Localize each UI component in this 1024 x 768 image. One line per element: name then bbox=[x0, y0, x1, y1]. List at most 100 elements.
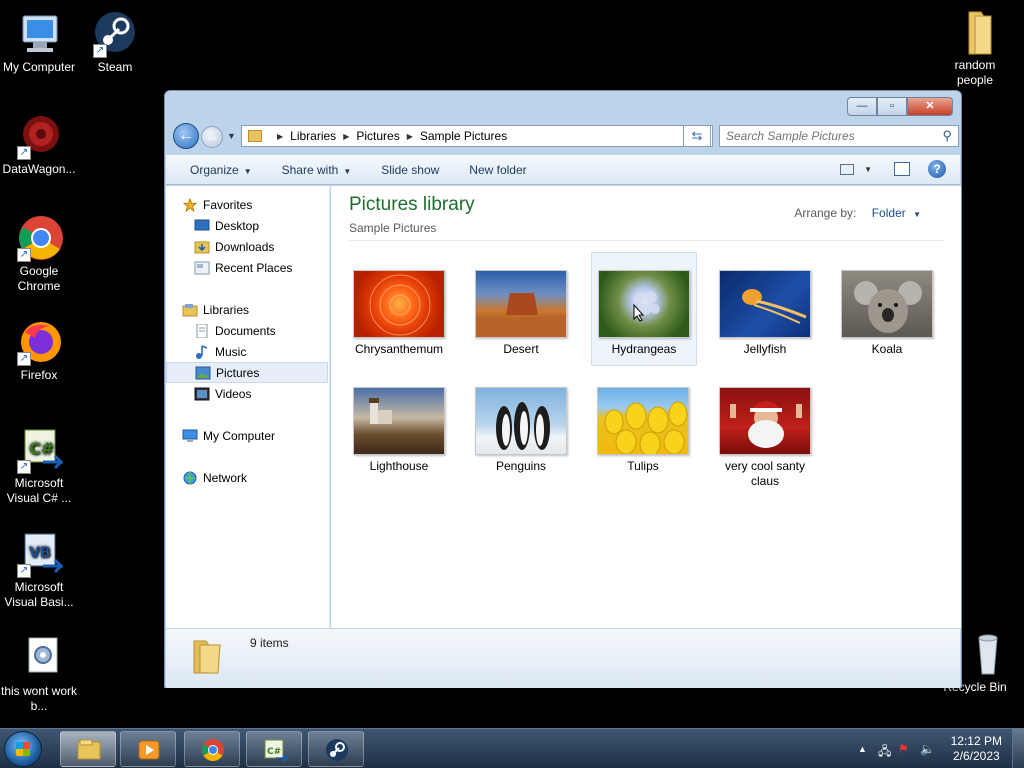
file-name: Tulips bbox=[627, 459, 659, 473]
image-thumbnail bbox=[719, 387, 811, 455]
maximize-button[interactable]: ▫ bbox=[877, 97, 907, 116]
arrange-by-dropdown[interactable]: Folder bbox=[872, 206, 906, 220]
nav-videos[interactable]: Videos bbox=[194, 383, 328, 404]
desktop-icon-my-computer[interactable]: My Computer bbox=[0, 10, 78, 75]
image-thumbnail bbox=[353, 270, 445, 338]
arrange-by: Arrange by: Folder ▼ bbox=[794, 206, 921, 220]
desktop-icon-label: Microsoft Visual C# ... bbox=[6, 476, 72, 505]
chrome-icon bbox=[202, 739, 224, 761]
nav-network[interactable]: Network bbox=[182, 467, 328, 488]
refresh-button[interactable]: ⇆ bbox=[683, 125, 711, 147]
desktop-icon-visual-basic[interactable]: VB ↗ Microsoft Visual Basi... bbox=[0, 530, 78, 610]
file-item-koala[interactable]: Koala bbox=[835, 270, 939, 357]
file-item-very-cool-santy-claus[interactable]: very cool santy claus bbox=[713, 387, 817, 489]
shortcut-arrow-icon: ↗ bbox=[17, 460, 31, 474]
taskbar-explorer-button[interactable] bbox=[60, 731, 116, 767]
taskbar-media-player-button[interactable] bbox=[120, 731, 176, 767]
file-item-jellyfish[interactable]: Jellyfish bbox=[713, 270, 817, 357]
divider bbox=[349, 240, 945, 241]
forward-button[interactable]: → bbox=[201, 126, 223, 148]
svg-text:C#: C# bbox=[267, 747, 281, 757]
desktop-icon-label: this wont work b... bbox=[0, 684, 78, 713]
desktop-icon-datawagon[interactable]: ↗ DataWagon... bbox=[0, 112, 78, 177]
organize-label: Organize bbox=[190, 162, 239, 177]
view-options-dropdown[interactable]: ▼ bbox=[864, 165, 872, 174]
recent-pages-dropdown[interactable]: ▼ bbox=[227, 131, 236, 141]
desktop-icon-random-people[interactable]: random people bbox=[936, 8, 1014, 88]
preview-pane-icon[interactable] bbox=[894, 162, 910, 176]
file-name: Hydrangeas bbox=[611, 342, 677, 356]
search-icon[interactable]: ⚲ bbox=[942, 128, 952, 144]
nav-libraries[interactable]: Libraries bbox=[182, 299, 328, 320]
shortcut-arrow-icon: ↗ bbox=[17, 146, 31, 160]
desktop-icon-visual-csharp[interactable]: C# ↗ Microsoft Visual C# ... bbox=[0, 426, 78, 506]
desktop-icon-google-chrome[interactable]: ↗ Google Chrome bbox=[0, 214, 78, 294]
file-name: Lighthouse bbox=[369, 459, 429, 473]
nav-recent-places[interactable]: Recent Places bbox=[194, 257, 328, 278]
nav-documents[interactable]: Documents bbox=[194, 320, 328, 341]
nav-label: Favorites bbox=[203, 197, 253, 212]
organize-button[interactable]: Organize ▼ bbox=[190, 163, 252, 177]
search-input[interactable] bbox=[726, 126, 936, 146]
taskbar-chrome-button[interactable] bbox=[184, 731, 240, 767]
nav-desktop[interactable]: Desktop bbox=[194, 215, 328, 236]
breadcrumb-libraries[interactable]: Libraries bbox=[290, 129, 336, 143]
back-button[interactable]: ← bbox=[173, 123, 199, 149]
address-bar[interactable]: ▶ Libraries ▶ Pictures ▶ Sample Pictures… bbox=[241, 125, 713, 147]
nav-downloads[interactable]: Downloads bbox=[194, 236, 328, 257]
taskbar-visual-csharp-button[interactable]: C# bbox=[246, 731, 302, 767]
file-item-chrysanthemum[interactable]: Chrysanthemum bbox=[347, 270, 451, 357]
image-thumbnail bbox=[719, 270, 811, 338]
file-item-penguins[interactable]: Penguins bbox=[469, 387, 573, 474]
file-item-desert[interactable]: Desert bbox=[469, 270, 573, 357]
chevron-down-icon: ▼ bbox=[243, 166, 252, 176]
action-center-icon[interactable]: ⚑ bbox=[898, 742, 909, 756]
nav-label: Videos bbox=[215, 386, 252, 401]
start-button[interactable] bbox=[4, 731, 42, 767]
media-player-icon bbox=[138, 740, 160, 760]
desktop-icon-label: Firefox bbox=[20, 368, 58, 382]
chevron-down-icon[interactable]: ▼ bbox=[913, 210, 921, 219]
volume-icon[interactable]: 🔈 bbox=[920, 742, 935, 756]
command-bar: Organize ▼ Share with ▼ Slide show New fol… bbox=[166, 155, 960, 185]
navigation-bar: ← → ▼ ▶ Libraries ▶ Pictures ▶ Sample Pi… bbox=[171, 123, 959, 149]
new-folder-button[interactable]: New folder bbox=[469, 163, 526, 177]
desktop-icon-this-wont-work[interactable]: this wont work b... bbox=[0, 634, 78, 714]
desktop-icon-firefox[interactable]: ↗ Firefox bbox=[0, 318, 78, 383]
folder-icon bbox=[193, 640, 221, 674]
breadcrumb-pictures[interactable]: Pictures bbox=[356, 129, 399, 143]
computer-icon bbox=[182, 429, 198, 442]
minimize-button[interactable]: — bbox=[847, 97, 877, 116]
nav-music[interactable]: Music bbox=[194, 341, 328, 362]
nav-my-computer[interactable]: My Computer bbox=[182, 425, 328, 446]
breadcrumb-sample-pictures[interactable]: Sample Pictures bbox=[420, 129, 507, 143]
network-icon bbox=[183, 471, 197, 484]
chrome-icon: ↗ bbox=[15, 214, 63, 262]
taskbar-steam-button[interactable] bbox=[308, 731, 364, 767]
close-button[interactable]: ✕ bbox=[907, 97, 953, 116]
file-item-lighthouse[interactable]: Lighthouse bbox=[347, 387, 451, 474]
clock-time: 12:12 PM bbox=[950, 734, 1002, 748]
help-icon[interactable]: ? bbox=[928, 160, 946, 178]
network-tray-icon[interactable]: 🖧 bbox=[878, 742, 891, 763]
breadcrumb-separator-icon[interactable]: ▶ bbox=[343, 132, 349, 141]
image-thumbnail bbox=[841, 270, 933, 338]
show-hidden-icons-icon[interactable]: ▲ bbox=[858, 744, 867, 754]
share-with-button[interactable]: Share with ▼ bbox=[282, 163, 352, 177]
search-box[interactable]: ⚲ bbox=[719, 125, 959, 147]
nav-label: Music bbox=[215, 344, 247, 359]
file-name: Jellyfish bbox=[743, 342, 787, 356]
nav-pictures[interactable]: Pictures bbox=[166, 362, 328, 383]
slide-show-button[interactable]: Slide show bbox=[381, 163, 439, 177]
show-desktop-button[interactable] bbox=[1012, 729, 1024, 768]
nav-label: Recent Places bbox=[215, 260, 293, 275]
page-title: Pictures library bbox=[349, 194, 475, 215]
breadcrumb-separator-icon[interactable]: ▶ bbox=[407, 132, 413, 141]
taskbar: C# ▲ 🖧 ⚑ 🔈 12:12 PM 2/6/2023 bbox=[0, 728, 1024, 768]
nav-favorites[interactable]: Favorites bbox=[182, 194, 328, 215]
change-view-icon[interactable] bbox=[840, 163, 855, 175]
my-computer-icon bbox=[15, 10, 63, 58]
file-item-tulips[interactable]: Tulips bbox=[591, 387, 695, 474]
desktop-icon-steam[interactable]: ↗ Steam bbox=[76, 10, 154, 75]
clock[interactable]: 12:12 PM 2/6/2023 bbox=[951, 734, 1002, 764]
